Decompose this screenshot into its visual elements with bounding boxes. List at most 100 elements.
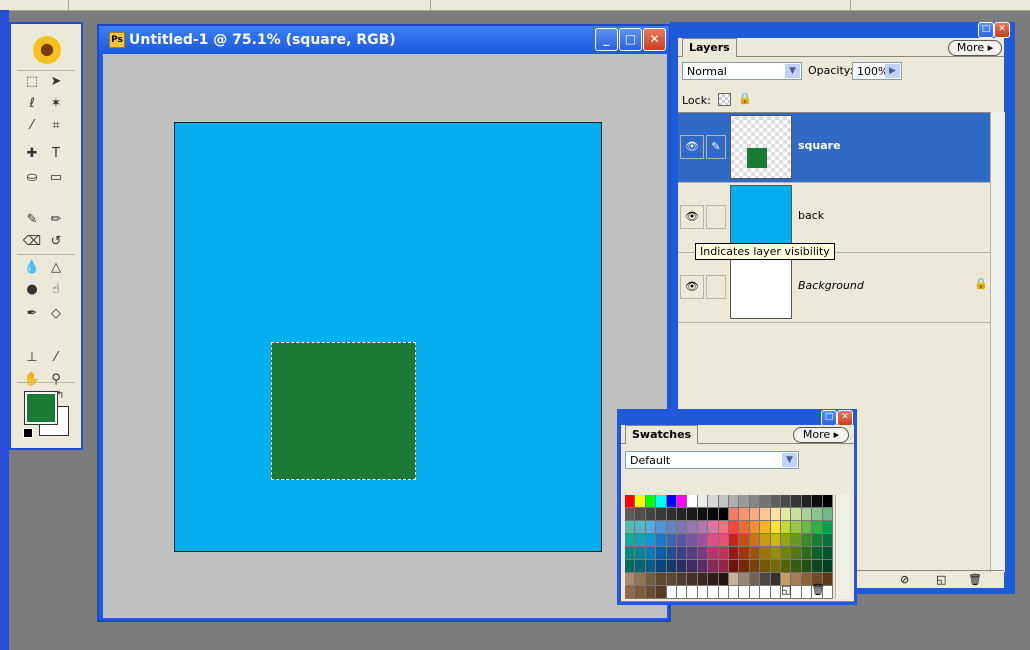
- swatch-cell[interactable]: [666, 521, 677, 534]
- eye-icon[interactable]: 👁: [680, 135, 704, 159]
- document-title-bar[interactable]: Ps Untitled-1 @ 75.1% (square, RGB) _ □ …: [99, 26, 669, 54]
- swatch-cell[interactable]: [708, 508, 719, 521]
- swatch-cell[interactable]: [781, 521, 792, 534]
- swatch-cell[interactable]: [687, 586, 698, 599]
- swatch-cell[interactable]: [656, 521, 667, 534]
- layer-row-square[interactable]: 👁 ✎ square: [678, 113, 990, 183]
- swatch-cell[interactable]: [812, 560, 823, 573]
- swatch-cell[interactable]: [677, 560, 688, 573]
- swatch-cell[interactable]: [770, 521, 781, 534]
- swatch-cell[interactable]: [770, 508, 781, 521]
- swatch-cell[interactable]: [708, 495, 719, 508]
- swatch-cell[interactable]: [687, 508, 698, 521]
- opacity-input[interactable]: 100% ▶: [852, 62, 902, 80]
- swatch-cell[interactable]: [718, 560, 729, 573]
- swatch-cell[interactable]: [749, 586, 761, 599]
- swatch-cell[interactable]: [760, 586, 771, 599]
- swatch-cell[interactable]: [625, 573, 636, 586]
- swatch-cell[interactable]: [781, 560, 792, 573]
- swatch-cell[interactable]: [801, 534, 813, 547]
- swatch-cell[interactable]: [812, 534, 823, 547]
- swatch-cell[interactable]: [697, 521, 709, 534]
- swatch-cell[interactable]: [718, 534, 729, 547]
- eraser-icon[interactable]: ⌫: [21, 232, 43, 252]
- swatch-cell[interactable]: [739, 560, 750, 573]
- dodge-icon[interactable]: ●: [21, 280, 43, 300]
- swatch-cell[interactable]: [801, 495, 813, 508]
- swatch-cell[interactable]: [770, 560, 781, 573]
- swatch-cell[interactable]: [677, 521, 688, 534]
- swatch-cell[interactable]: [625, 534, 636, 547]
- swatches-preset-select[interactable]: Default ▼: [625, 451, 799, 469]
- swatch-cell[interactable]: [645, 521, 657, 534]
- swatch-cell[interactable]: [677, 495, 688, 508]
- swatch-cell[interactable]: [749, 573, 761, 586]
- swatch-cell[interactable]: [708, 560, 719, 573]
- blend-mode-select[interactable]: Normal ▼: [682, 62, 802, 80]
- swatch-cell[interactable]: [729, 547, 740, 560]
- swatch-cell[interactable]: [812, 521, 823, 534]
- swatch-cell[interactable]: [666, 547, 677, 560]
- photoshop-logo-icon[interactable]: [33, 36, 61, 64]
- swatch-cell[interactable]: [697, 508, 709, 521]
- maximize-button[interactable]: □: [619, 28, 642, 51]
- swatch-cell[interactable]: [718, 573, 729, 586]
- swatch-cell[interactable]: [739, 508, 750, 521]
- swatch-cell[interactable]: [822, 547, 833, 560]
- lasso-icon[interactable]: ℓ: [21, 94, 43, 114]
- swatch-cell[interactable]: [645, 534, 657, 547]
- swatch-cell[interactable]: [770, 547, 781, 560]
- swatch-cell[interactable]: [749, 560, 761, 573]
- swatch-cell[interactable]: [625, 586, 636, 599]
- swatch-cell[interactable]: [791, 495, 802, 508]
- smudge-icon[interactable]: ☝: [45, 280, 67, 300]
- panel-minimize-button[interactable]: □: [821, 410, 837, 426]
- swatch-cell[interactable]: [687, 534, 698, 547]
- swatch-cell[interactable]: [666, 534, 677, 547]
- swatch-cell[interactable]: [801, 508, 813, 521]
- hand-icon[interactable]: ✋: [21, 370, 43, 390]
- swatch-cell[interactable]: [729, 560, 740, 573]
- swatch-cell[interactable]: [635, 573, 646, 586]
- blur-icon[interactable]: 💧: [21, 258, 43, 278]
- layer-row-background[interactable]: 👁 Background 🔒: [678, 253, 990, 323]
- swatch-cell[interactable]: [697, 560, 709, 573]
- lock-transparency-icon[interactable]: [718, 93, 731, 106]
- swatch-cell[interactable]: [801, 560, 813, 573]
- swatch-cell[interactable]: [687, 495, 698, 508]
- swatch-cell[interactable]: [729, 586, 740, 599]
- layer-style-icon[interactable]: ⊘: [900, 573, 909, 586]
- minimize-button[interactable]: _: [595, 28, 618, 51]
- swatch-cell[interactable]: [770, 495, 781, 508]
- swatch-cell[interactable]: [687, 521, 698, 534]
- swatch-cell[interactable]: [708, 534, 719, 547]
- panel-minimize-button[interactable]: □: [978, 22, 994, 38]
- swatch-cell[interactable]: [822, 521, 833, 534]
- swatch-cell[interactable]: [822, 534, 833, 547]
- swatch-cell[interactable]: [718, 508, 729, 521]
- swatch-cell[interactable]: [729, 573, 740, 586]
- swatch-cell[interactable]: [635, 586, 646, 599]
- swatch-cell[interactable]: [635, 547, 646, 560]
- panel-close-button[interactable]: ✕: [837, 410, 853, 426]
- selected-square-shape[interactable]: [271, 342, 416, 480]
- swatch-cell[interactable]: [635, 560, 646, 573]
- swatch-cell[interactable]: [781, 534, 792, 547]
- foreground-color-swatch[interactable]: [24, 391, 58, 425]
- swatch-cell[interactable]: [739, 521, 750, 534]
- swatch-cell[interactable]: [749, 534, 761, 547]
- swatch-cell[interactable]: [666, 560, 677, 573]
- swatch-cell[interactable]: [718, 521, 729, 534]
- swatch-cell[interactable]: [677, 508, 688, 521]
- new-layer-icon[interactable]: ◱: [936, 573, 946, 586]
- swatch-cell[interactable]: [729, 534, 740, 547]
- swatch-cell[interactable]: [666, 586, 677, 599]
- swatch-cell[interactable]: [656, 547, 667, 560]
- swatch-cell[interactable]: [801, 547, 813, 560]
- pencil-icon[interactable]: ✏: [45, 210, 67, 230]
- swatch-cell[interactable]: [645, 495, 657, 508]
- swatch-cell[interactable]: [749, 508, 761, 521]
- swatch-cell[interactable]: [791, 521, 802, 534]
- brush-link-icon[interactable]: ✎: [706, 135, 726, 159]
- swatches-scrollbar[interactable]: [835, 495, 850, 599]
